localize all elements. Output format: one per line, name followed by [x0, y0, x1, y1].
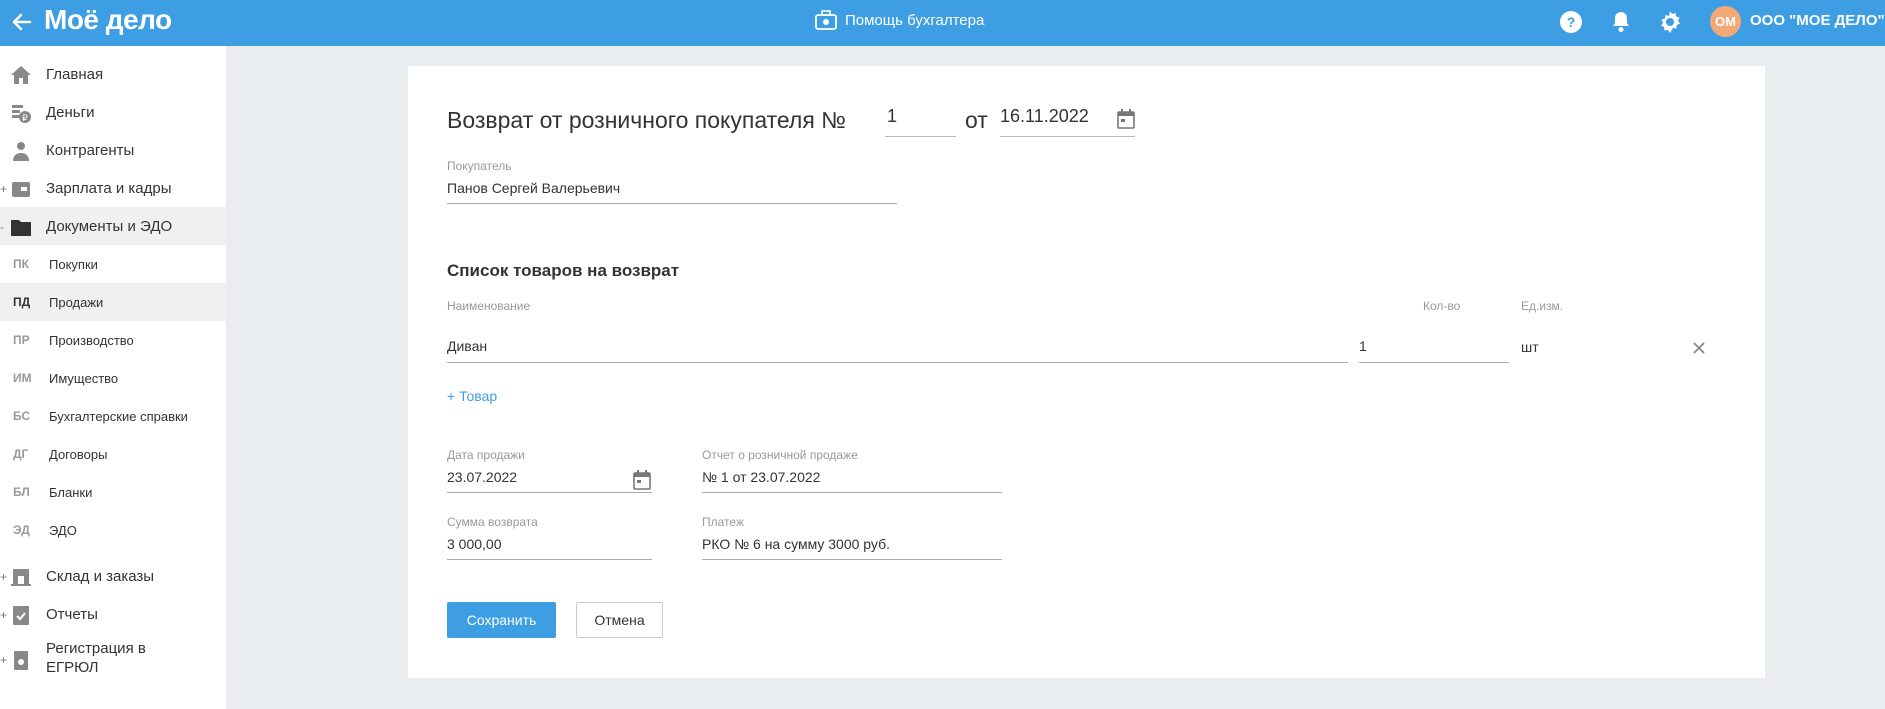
sub-item-label: Договоры: [49, 446, 108, 462]
calendar-icon[interactable]: [633, 470, 651, 490]
sidebar-item-label: Регистрация в ЕГРЮЛ: [46, 640, 146, 676]
document-number-input[interactable]: 1: [885, 106, 956, 137]
home-icon: [11, 66, 31, 84]
sidebar-sub-sales[interactable]: ПД Продажи: [0, 283, 226, 321]
buyer-field[interactable]: Панов Сергей Валерьевич: [447, 180, 897, 204]
sub-item-abbr: ПК: [13, 257, 29, 271]
sidebar-item-label: Склад и заказы: [46, 567, 155, 585]
remove-item-close-icon[interactable]: [1691, 340, 1707, 356]
reports-icon: [13, 606, 29, 625]
sidebar-item-label: Контрагенты: [46, 141, 135, 159]
save-button[interactable]: Сохранить: [447, 602, 556, 638]
cancel-button[interactable]: Отмена: [576, 602, 663, 638]
date-from-label: от: [965, 107, 988, 133]
sidebar-sub-purchases[interactable]: ПК Покупки: [0, 245, 226, 283]
app-logo[interactable]: Моё дело: [44, 4, 172, 36]
warehouse-icon: [11, 569, 31, 586]
refund-amount-field[interactable]: 3 000,00: [447, 536, 652, 560]
collapse-minus-icon: -: [0, 220, 4, 234]
sub-item-label: Имущество: [49, 370, 119, 386]
sub-item-abbr: ИМ: [13, 371, 32, 385]
sidebar-item-documents[interactable]: - Документы и ЭДО: [0, 207, 226, 245]
payment-label: Платеж: [702, 515, 744, 529]
expand-plus-icon: +: [0, 570, 8, 584]
help-center-label: Помощь бухгалтера: [845, 11, 985, 29]
sidebar-sub-production[interactable]: ПР Производство: [0, 321, 226, 359]
sub-item-label: Продажи: [49, 294, 104, 310]
sidebar-item-main[interactable]: Главная: [0, 55, 226, 93]
sidebar-item-salary[interactable]: + Зарплата и кадры: [0, 169, 226, 207]
help-icon[interactable]: ?: [1559, 10, 1583, 34]
retail-report-field[interactable]: № 1 от 23.07.2022: [702, 469, 1002, 493]
sidebar-item-warehouse[interactable]: + Склад и заказы: [0, 557, 226, 595]
sidebar-item-label: Главная: [46, 65, 104, 83]
refund-amount-label: Сумма возврата: [447, 515, 538, 529]
sidebar-item-registration[interactable]: + Регистрация в ЕГРЮЛ: [0, 633, 226, 687]
column-header-qty: Кол-во: [1423, 299, 1461, 313]
folder-icon: [11, 220, 31, 236]
column-header-name: Наименование: [447, 299, 531, 313]
page-title: Возврат от розничного покупателя №: [447, 107, 846, 133]
sidebar-item-label: Деньги: [46, 103, 95, 121]
retail-report-label: Отчет о розничной продаже: [702, 448, 858, 462]
calendar-icon[interactable]: [1117, 109, 1135, 129]
sidebar-sub-forms[interactable]: БЛ Бланки: [0, 473, 226, 511]
sub-item-label: Производство: [49, 332, 134, 348]
expand-plus-icon: +: [0, 182, 8, 196]
item-name-input[interactable]: Диван: [447, 338, 1348, 363]
salary-icon: [12, 182, 30, 197]
item-qty-input[interactable]: 1: [1359, 338, 1509, 363]
buyer-label: Покупатель: [447, 159, 512, 173]
svg-text:?: ?: [1567, 14, 1576, 30]
payment-field[interactable]: РКО № 6 на сумму 3000 руб.: [702, 536, 1002, 560]
company-name[interactable]: ООО "МОЕ ДЕЛО": [1750, 12, 1885, 29]
sale-date-field[interactable]: 23.07.2022: [447, 469, 652, 493]
sub-item-abbr: ЭД: [13, 523, 30, 537]
sale-date-label: Дата продажи: [447, 448, 525, 462]
sidebar-sub-contracts[interactable]: ДГ Договоры: [0, 435, 226, 473]
sub-item-abbr: БС: [13, 409, 31, 423]
sub-item-abbr: ДГ: [13, 447, 29, 461]
add-item-link[interactable]: + Товар: [447, 388, 497, 404]
column-header-unit: Ед.изм.: [1521, 299, 1564, 313]
back-arrow-icon[interactable]: [8, 8, 36, 36]
item-unit[interactable]: шт: [1521, 339, 1539, 355]
user-avatar[interactable]: ОМ: [1710, 6, 1741, 37]
return-form-card: Возврат от розничного покупателя № 1 от …: [408, 66, 1765, 678]
sidebar-item-label: Документы и ЭДО: [46, 217, 173, 235]
sidebar-item-label: Зарплата и кадры: [46, 179, 172, 197]
sidebar-item-money[interactable]: ₽ Деньги: [0, 93, 226, 131]
sidebar-sub-edo[interactable]: ЭД ЭДО: [0, 511, 226, 549]
sidebar-item-label: Отчеты: [46, 605, 98, 623]
svg-text:₽: ₽: [22, 113, 28, 123]
contractors-icon: [13, 142, 29, 161]
sidebar-item-reports[interactable]: + Отчеты: [0, 595, 226, 633]
sub-item-label: Покупки: [49, 256, 98, 272]
settings-gear-icon[interactable]: [1658, 10, 1682, 34]
expand-plus-icon: +: [0, 653, 8, 667]
sub-item-abbr: БЛ: [13, 485, 30, 499]
sidebar: Главная ₽ Деньги Контрагенты + Зарплата …: [0, 46, 226, 709]
sub-item-label: Бланки: [49, 484, 93, 500]
sidebar-item-contractors[interactable]: Контрагенты: [0, 131, 226, 169]
accountant-help-icon: [815, 10, 837, 30]
sub-item-label: ЭДО: [49, 522, 77, 538]
document-date-input[interactable]: 16.11.2022: [1000, 106, 1135, 137]
notifications-bell-icon[interactable]: [1609, 10, 1633, 34]
expand-plus-icon: +: [0, 608, 8, 622]
sub-item-abbr: ПР: [13, 333, 30, 347]
sub-item-abbr: ПД: [13, 295, 31, 309]
sidebar-sub-accounting-certificates[interactable]: БС Бухгалтерские справки: [0, 397, 226, 435]
sidebar-sub-property[interactable]: ИМ Имущество: [0, 359, 226, 397]
help-center-link[interactable]: Помощь бухгалтера: [815, 10, 984, 30]
sub-item-label: Бухгалтерские справки: [49, 408, 188, 424]
registration-icon: [14, 651, 28, 670]
money-icon: ₽: [12, 105, 31, 123]
top-header: Моё дело Помощь бухгалтера ? ОМ ООО "МОЕ…: [0, 0, 1885, 46]
goods-section-title: Список товаров на возврат: [447, 261, 680, 280]
